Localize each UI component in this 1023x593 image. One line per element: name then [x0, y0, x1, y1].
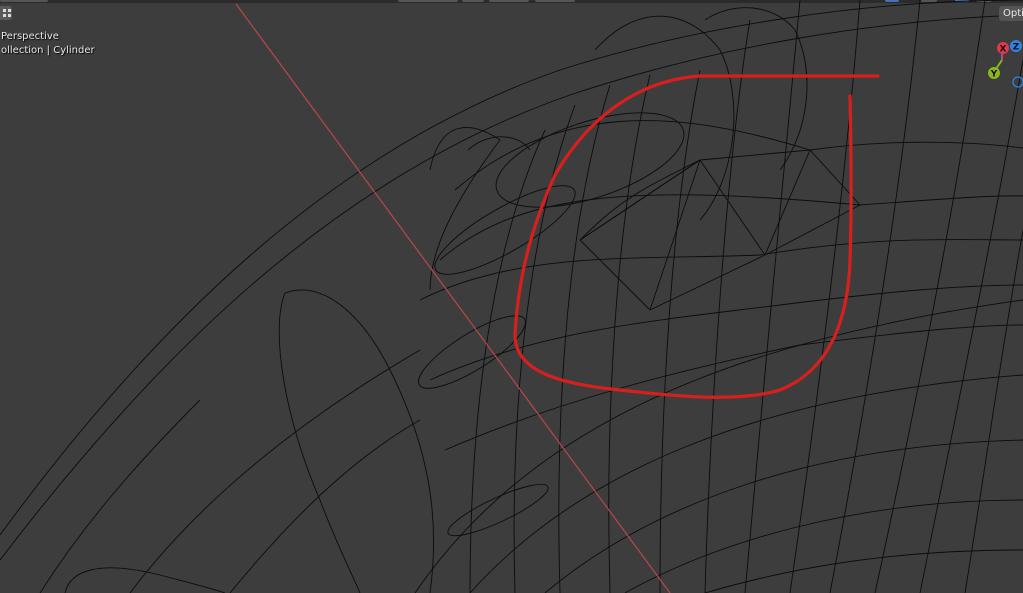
x-axis-label: X	[1000, 45, 1007, 55]
view-toggle-button[interactable]	[0, 6, 12, 20]
mesh-edge	[0, 14, 1023, 561]
options-button[interactable]: Opti	[999, 6, 1023, 21]
neg-z-axis-icon[interactable]	[1012, 76, 1023, 88]
mesh-edge	[467, 136, 531, 151]
mesh-edge	[829, 0, 921, 593]
3d-viewport[interactable]: Perspective ollection | Cylinder Opti X …	[0, 0, 1023, 593]
mesh-edge	[919, 59, 1023, 593]
y-axis-label: Y	[990, 70, 998, 80]
mesh-edge	[579, 149, 811, 311]
mesh-edge	[429, 127, 501, 291]
mesh-edge	[0, 0, 1023, 536]
mesh-edge	[659, 69, 701, 593]
mesh-edge	[704, 19, 751, 593]
wireframe-scene	[0, 0, 1023, 593]
mesh-edge	[579, 149, 861, 311]
mesh-edge	[414, 299, 1023, 593]
mesh-edge	[964, 229, 1023, 593]
view-name: Perspective	[1, 31, 59, 42]
mesh-edge	[469, 129, 546, 593]
mesh-edge	[444, 324, 1023, 451]
mesh-edge	[129, 349, 421, 593]
mesh-edge	[39, 399, 201, 593]
grid-icon	[3, 9, 6, 12]
mesh-edge	[608, 74, 651, 593]
navigation-gizmo[interactable]: X Z Y	[985, 36, 1023, 90]
mesh-edge	[278, 292, 361, 593]
mesh-edge	[624, 499, 1023, 593]
mesh-edge	[704, 549, 1023, 593]
mesh-edge	[744, 0, 801, 593]
mesh-loop	[447, 483, 549, 537]
mesh-edge	[229, 419, 421, 593]
mesh-edge	[594, 15, 735, 221]
mesh-edge	[513, 104, 576, 593]
grid-icon-cell	[3, 14, 6, 17]
mesh-edge	[558, 84, 611, 593]
z-axis-label: Z	[1013, 43, 1020, 53]
mesh-edge	[454, 120, 1023, 191]
mesh-edge	[284, 289, 435, 593]
mesh-edge	[544, 439, 1023, 593]
collection-path: ollection | Cylinder	[1, 45, 95, 56]
mesh-edge	[64, 567, 226, 593]
x-axis-line	[235, 3, 671, 593]
grid-icon-cell	[8, 9, 11, 12]
mesh-edge	[419, 239, 1023, 301]
grid-icon-cell	[8, 14, 11, 17]
viewport-info: Perspective ollection | Cylinder	[1, 30, 95, 58]
